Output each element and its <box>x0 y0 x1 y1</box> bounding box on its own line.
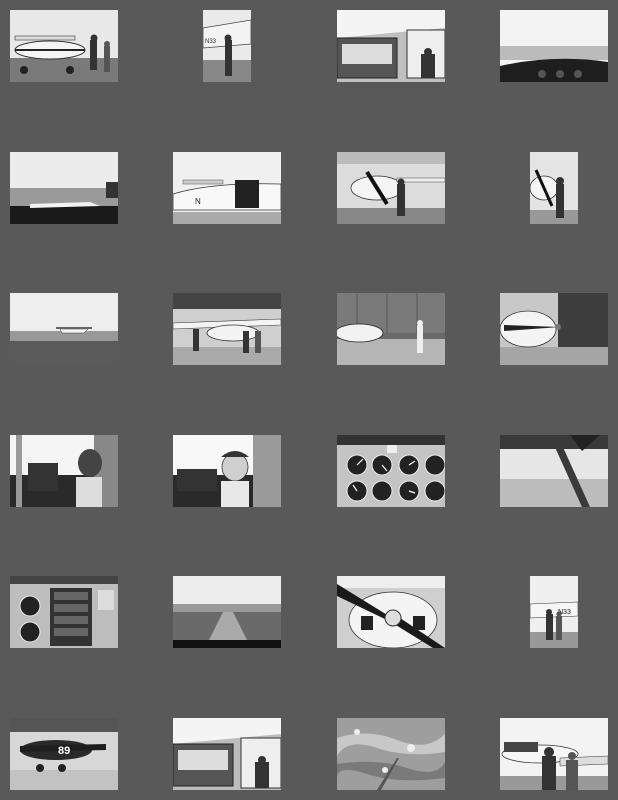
photo-thumbnail[interactable] <box>173 718 281 790</box>
photo-thumbnail[interactable] <box>500 293 608 365</box>
photo-thumbnail[interactable] <box>10 435 118 507</box>
photo-thumbnail[interactable] <box>500 718 608 790</box>
photo-thumbnail[interactable] <box>10 293 118 365</box>
photo-thumbnail[interactable]: N33 <box>530 576 578 648</box>
photo-gallery: N33 N N33 89 <box>0 0 618 800</box>
photo-thumbnail[interactable] <box>173 293 281 365</box>
photo-thumbnail[interactable]: 89 <box>10 718 118 790</box>
aircraft-number-label: 89 <box>58 745 70 757</box>
photo-thumbnail[interactable] <box>337 152 445 224</box>
photo-thumbnail[interactable] <box>530 152 578 224</box>
photo-thumbnail[interactable] <box>10 10 118 82</box>
svg-text:N: N <box>195 197 201 206</box>
photo-thumbnail[interactable]: N33 <box>203 10 251 82</box>
photo-thumbnail[interactable] <box>10 576 118 648</box>
photo-thumbnail[interactable] <box>337 718 445 790</box>
photo-thumbnail[interactable] <box>337 293 445 365</box>
tail-number-label: N33 <box>205 39 217 45</box>
photo-thumbnail[interactable]: N <box>173 152 281 224</box>
photo-thumbnail[interactable] <box>337 10 445 82</box>
photo-thumbnail[interactable] <box>500 435 608 507</box>
photo-thumbnail[interactable] <box>337 435 445 507</box>
photo-thumbnail[interactable] <box>500 10 608 82</box>
photo-thumbnail[interactable] <box>10 152 118 224</box>
photo-thumbnail[interactable] <box>337 576 445 648</box>
photo-thumbnail[interactable] <box>173 435 281 507</box>
photo-thumbnail[interactable] <box>173 576 281 648</box>
